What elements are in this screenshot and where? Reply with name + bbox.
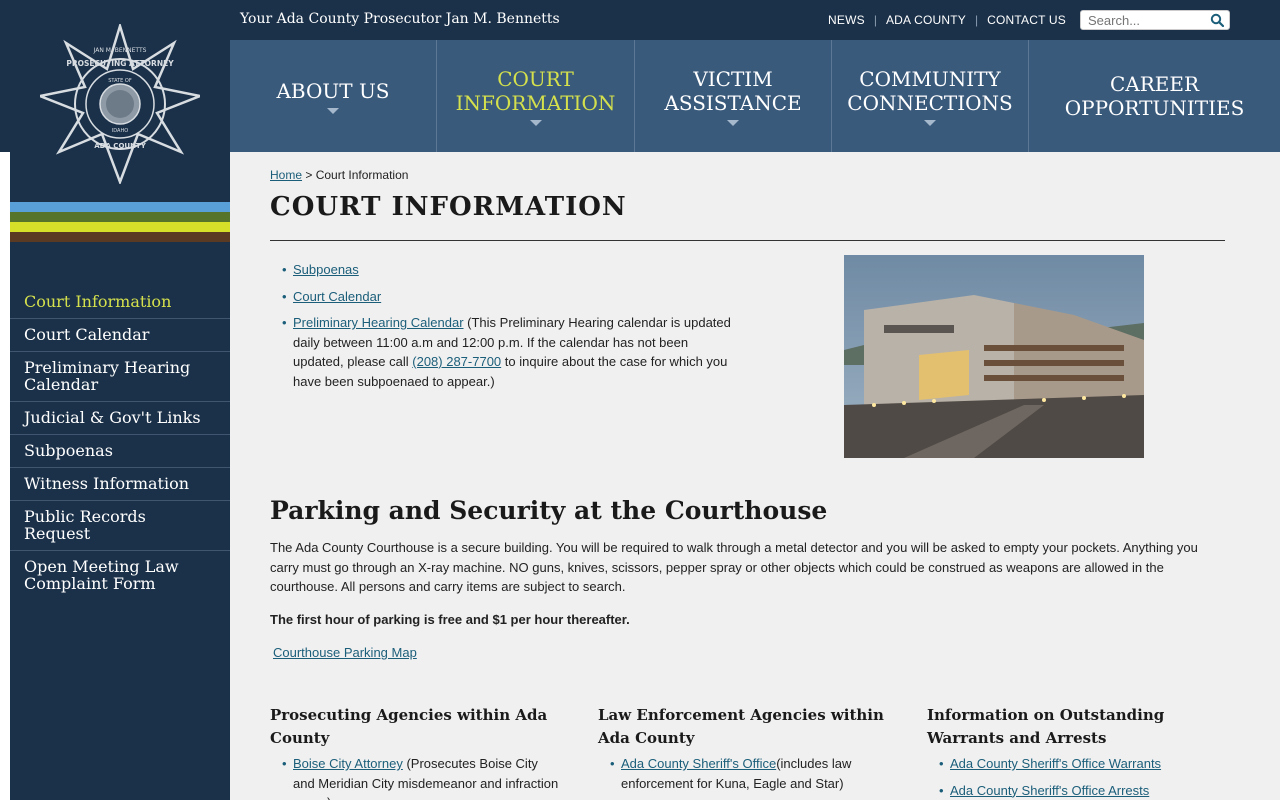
sidebar-item-court-calendar[interactable]: Court Calendar bbox=[10, 319, 230, 352]
parking-description: The Ada County Courthouse is a secure bu… bbox=[270, 540, 1198, 594]
util-link-news[interactable]: NEWS bbox=[828, 13, 865, 27]
left-white-strip bbox=[0, 152, 10, 800]
color-stripes bbox=[10, 202, 230, 242]
list-item: Subpoenas bbox=[282, 260, 732, 280]
breadcrumb-current: Court Information bbox=[315, 168, 409, 182]
stripe-blue bbox=[10, 202, 230, 212]
list-item: Preliminary Hearing Calendar (This Preli… bbox=[282, 313, 732, 391]
sidebar-item-judicial-links[interactable]: Judicial & Gov't Links bbox=[10, 402, 230, 435]
sidebar-item-witness-information[interactable]: Witness Information bbox=[10, 468, 230, 501]
nav-label-line1: COMMUNITY bbox=[859, 66, 1001, 91]
nav-label-line1: VICTIM bbox=[693, 66, 773, 91]
svg-text:ADA COUNTY: ADA COUNTY bbox=[94, 142, 146, 150]
chevron-down-icon bbox=[529, 119, 542, 126]
column-heading: Prosecuting Agencies within Ada County bbox=[270, 706, 548, 747]
parking-section-title: Parking and Security at the Courthouse bbox=[270, 496, 828, 525]
nav-label-line2: CONNECTIONS bbox=[847, 90, 1013, 115]
parking-fee-notice: The first hour of parking is free and $1… bbox=[270, 612, 630, 627]
title-divider bbox=[270, 240, 1225, 241]
prosecuting-agencies-column: Prosecuting Agencies within Ada County B… bbox=[270, 704, 560, 800]
parking-map-link[interactable]: Courthouse Parking Map bbox=[273, 645, 417, 660]
nav-victim-assistance[interactable]: VICTIM ASSISTANCE bbox=[635, 40, 832, 152]
preliminary-hearing-link[interactable]: Preliminary Hearing Calendar bbox=[293, 315, 464, 330]
breadcrumb-home-link[interactable]: Home bbox=[270, 168, 302, 182]
list-item: Ada County Sheriff's Office Warrants bbox=[927, 754, 1217, 774]
sheriffs-arrests-link[interactable]: Ada County Sheriff's Office Arrests bbox=[950, 783, 1149, 798]
search-box bbox=[1080, 10, 1230, 30]
search-icon[interactable] bbox=[1210, 13, 1224, 27]
nav-career-opportunities[interactable]: CAREER OPPORTUNITIES bbox=[1029, 40, 1280, 152]
stripe-green bbox=[10, 212, 230, 222]
column-list: Boise City Attorney (Prosecutes Boise Ci… bbox=[270, 754, 560, 800]
sheriffs-office-link[interactable]: Ada County Sheriff's Office bbox=[621, 756, 776, 771]
util-link-contact-us[interactable]: CONTACT US bbox=[987, 13, 1066, 27]
list-item: Ada County Sheriff's Office Arrests bbox=[927, 781, 1217, 800]
list-item: Boise City Attorney (Prosecutes Boise Ci… bbox=[270, 754, 560, 800]
warrants-column: Information on Outstanding Warrants and … bbox=[927, 704, 1217, 800]
utility-links: NEWS | ADA COUNTY | CONTACT US bbox=[828, 13, 1066, 27]
stripe-yellow bbox=[10, 222, 230, 232]
site-tagline: Your Ada County Prosecutor Jan M. Bennet… bbox=[240, 11, 560, 27]
separator: | bbox=[873, 13, 877, 27]
svg-text:PROSECUTING ATTORNEY: PROSECUTING ATTORNEY bbox=[66, 59, 174, 68]
stripe-brown bbox=[10, 232, 230, 242]
svg-text:STATE OF: STATE OF bbox=[108, 78, 132, 84]
breadcrumb: Home > Court Information bbox=[270, 168, 408, 182]
prosecutor-badge-logo[interactable]: JAN M. BENNETTS PROSECUTING ATTORNEY STA… bbox=[40, 24, 200, 184]
subpoenas-link[interactable]: Subpoenas bbox=[293, 262, 359, 277]
separator: | bbox=[974, 13, 979, 27]
list-item: Ada County Sheriff's Office(includes law… bbox=[598, 754, 888, 793]
nav-label-line2: OPPORTUNITIES bbox=[1064, 96, 1245, 120]
sidebar-nav: Court Information Court Calendar Prelimi… bbox=[10, 286, 230, 600]
chevron-down-icon bbox=[727, 119, 739, 126]
chevron-down-icon bbox=[327, 107, 339, 114]
column-list: Ada County Sheriff's Office(includes law… bbox=[598, 754, 888, 793]
sidebar-item-open-meeting-law[interactable]: Open Meeting Law Complaint Form bbox=[10, 551, 230, 600]
court-calendar-link[interactable]: Court Calendar bbox=[293, 289, 381, 304]
sidebar-item-court-information[interactable]: Court Information bbox=[10, 286, 230, 319]
nav-label-line2: ASSISTANCE bbox=[664, 90, 802, 115]
search-input[interactable] bbox=[1081, 11, 1201, 29]
sidebar-item-preliminary-hearing-calendar[interactable]: Preliminary Hearing Calendar bbox=[10, 352, 230, 402]
sidebar-item-public-records-request[interactable]: Public Records Request bbox=[10, 501, 230, 551]
svg-text:JAN M. BENNETTS: JAN M. BENNETTS bbox=[93, 47, 147, 54]
svg-text:IDAHO: IDAHO bbox=[112, 128, 128, 134]
nav-court-information[interactable]: COURT INFORMATION bbox=[437, 40, 635, 152]
phone-link[interactable]: (208) 287-7700 bbox=[412, 354, 501, 369]
nav-label-line1: ABOUT US bbox=[276, 78, 390, 103]
court-links-list: Subpoenas Court Calendar Preliminary Hea… bbox=[282, 260, 732, 398]
list-item: Court Calendar bbox=[282, 287, 732, 307]
nav-label-line1: CAREER bbox=[1109, 72, 1200, 96]
page-title: COURT INFORMATION bbox=[270, 192, 627, 222]
nav-community-connections[interactable]: COMMUNITY CONNECTIONS bbox=[832, 40, 1029, 152]
breadcrumb-separator: > bbox=[302, 168, 316, 182]
chevron-down-icon bbox=[924, 119, 936, 126]
boise-city-attorney-link[interactable]: Boise City Attorney bbox=[293, 756, 403, 771]
nav-label-line1: COURT bbox=[497, 66, 574, 91]
nav-about-us[interactable]: ABOUT US bbox=[230, 40, 437, 152]
column-heading: Information on Outstanding Warrants and … bbox=[927, 706, 1165, 747]
column-list: Ada County Sheriff's Office Warrants Ada… bbox=[927, 754, 1217, 800]
courthouse-photo bbox=[844, 255, 1144, 458]
main-nav: ABOUT US COURT INFORMATION VICTIM ASSIST… bbox=[230, 40, 1280, 152]
sheriffs-warrants-link[interactable]: Ada County Sheriff's Office Warrants bbox=[950, 756, 1161, 771]
util-link-ada-county[interactable]: ADA COUNTY bbox=[886, 13, 966, 27]
law-enforcement-column: Law Enforcement Agencies within Ada Coun… bbox=[598, 704, 888, 800]
sidebar-item-subpoenas[interactable]: Subpoenas bbox=[10, 435, 230, 468]
column-heading: Law Enforcement Agencies within Ada Coun… bbox=[598, 706, 884, 747]
nav-label-line2: INFORMATION bbox=[455, 90, 616, 115]
